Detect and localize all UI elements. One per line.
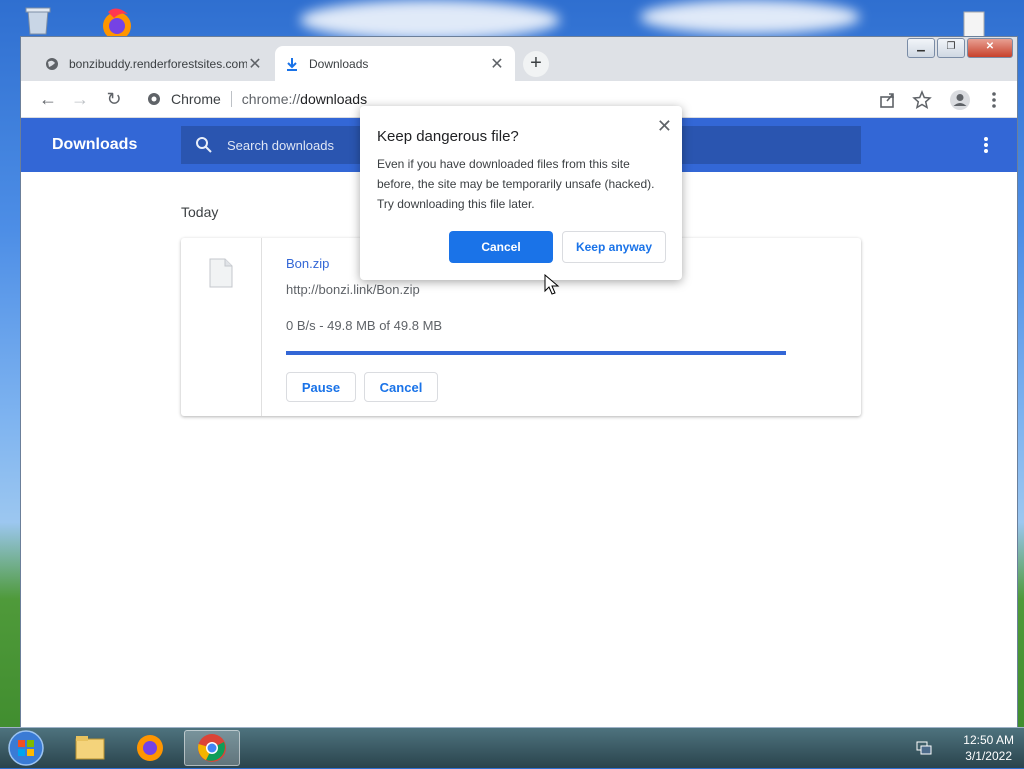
system-clock[interactable]: 12:50 AM 3/1/2022 [963, 732, 1014, 764]
close-window-button[interactable]: ✕ [967, 38, 1013, 58]
back-icon[interactable]: ← [37, 88, 59, 110]
share-icon[interactable] [877, 89, 899, 111]
download-source-url[interactable]: http://bonzi.link/Bon.zip [286, 282, 420, 297]
globe-icon [46, 57, 58, 70]
tab-close-icon[interactable]: ✕ [489, 54, 505, 74]
cloud [640, 0, 860, 34]
forward-icon[interactable]: → [69, 88, 91, 110]
browser-menu-icon[interactable] [983, 89, 1005, 111]
tab-label: Downloads [309, 56, 369, 71]
search-icon [196, 137, 212, 153]
maximize-button[interactable]: ❐ [937, 38, 965, 58]
reload-icon[interactable]: ↻ [103, 88, 125, 110]
firefox-desktop-icon[interactable] [94, 6, 140, 40]
window-controls: ▁ ❐ ✕ [907, 38, 1013, 58]
tab-bonzibuddy[interactable]: bonzibuddy.renderforestsites.com ✕ [35, 46, 273, 81]
network-icon[interactable] [916, 740, 932, 756]
minimize-button[interactable]: ▁ [907, 38, 935, 58]
progress-fill [286, 351, 786, 355]
download-filename-link[interactable]: Bon.zip [286, 256, 329, 271]
dangerous-file-dialog: Keep dangerous file? ✕ Even if you have … [360, 106, 682, 280]
dialog-message: Even if you have downloaded files from t… [377, 157, 655, 211]
chrome-icon [148, 93, 160, 105]
download-progress-bar [286, 351, 786, 355]
cloud [300, 0, 560, 40]
omnibox-chip-label: Chrome [171, 91, 221, 107]
cancel-download-button[interactable]: Cancel [364, 372, 438, 402]
page-title: Downloads [52, 136, 138, 153]
pause-button[interactable]: Pause [286, 372, 356, 402]
date-section-heading: Today [181, 204, 219, 220]
tab-label: bonzibuddy.renderforestsites.com [69, 56, 247, 71]
recycle-bin-icon[interactable] [20, 6, 56, 36]
url-prefix: chrome:// [241, 91, 301, 107]
folder-icon [75, 736, 105, 760]
download-progress-text: 0 B/s - 49.8 MB of 49.8 MB [286, 318, 443, 333]
omnibox-divider [230, 91, 232, 107]
keep-anyway-button[interactable]: Keep anyway [562, 231, 666, 263]
tab-downloads[interactable]: Downloads ✕ [275, 46, 515, 81]
taskbar-file-explorer[interactable] [62, 730, 118, 766]
firefox-icon [137, 735, 163, 761]
profile-avatar-icon[interactable] [949, 89, 971, 111]
file-icon-column [181, 238, 262, 416]
file-icon [209, 258, 233, 288]
dialog-title: Keep dangerous file? [377, 128, 519, 145]
more-options-icon[interactable] [983, 136, 989, 154]
clock-time: 12:50 AM [963, 733, 1014, 747]
mouse-cursor-icon [544, 274, 560, 295]
url-text: chrome://downloads [242, 91, 367, 107]
chrome-taskbar-icon [198, 734, 226, 762]
taskbar: 12:50 AM 3/1/2022 [0, 727, 1024, 768]
bookmark-star-icon[interactable] [911, 89, 933, 111]
taskbar-chrome[interactable] [184, 730, 240, 766]
dialog-close-icon[interactable]: ✕ [657, 116, 672, 137]
taskbar-firefox[interactable] [122, 730, 178, 766]
dialog-cancel-button[interactable]: Cancel [449, 231, 553, 263]
download-icon [287, 57, 297, 71]
start-button-icon[interactable] [6, 729, 46, 767]
url-path: downloads [300, 91, 368, 107]
tab-close-icon[interactable]: ✕ [247, 54, 263, 74]
new-tab-button[interactable]: + [523, 51, 549, 77]
tab-strip: bonzibuddy.renderforestsites.com ✕ Downl… [21, 37, 1017, 81]
clock-date: 3/1/2022 [965, 749, 1012, 763]
